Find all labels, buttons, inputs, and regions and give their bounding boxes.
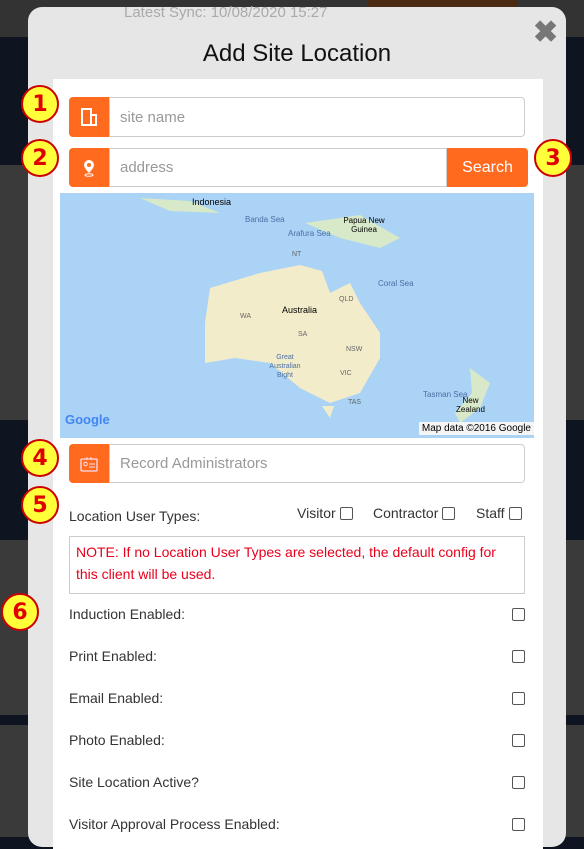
map-label: WA bbox=[240, 313, 252, 320]
map-pin-icon bbox=[69, 148, 109, 187]
id-card-icon bbox=[69, 444, 109, 483]
staff-option[interactable]: Staff bbox=[476, 505, 522, 521]
admins-group bbox=[69, 444, 525, 483]
visitor-label: Visitor bbox=[297, 505, 336, 521]
map-label: New Zealand bbox=[456, 396, 485, 414]
option-label: Visitor Approval Process Enabled: bbox=[69, 816, 280, 832]
callout-badge: 1 bbox=[21, 85, 59, 123]
user-types-note: NOTE: If no Location User Types are sele… bbox=[69, 536, 525, 594]
photo-enabled-row: Photo Enabled: bbox=[69, 732, 525, 748]
contractor-option[interactable]: Contractor bbox=[373, 505, 456, 521]
callout-badge: 4 bbox=[21, 439, 59, 477]
email-enabled-checkbox[interactable] bbox=[512, 691, 525, 705]
map-label: VIC bbox=[340, 370, 352, 377]
map-label: Papua New Guinea bbox=[343, 216, 385, 234]
induction-enabled-row: Induction Enabled: bbox=[69, 606, 525, 622]
map-label: NSW bbox=[346, 346, 363, 353]
site-location-active-row: Site Location Active? bbox=[69, 774, 525, 790]
map-label: Australia bbox=[282, 305, 318, 315]
map-label: NT bbox=[292, 251, 302, 258]
location-user-types-label: Location User Types: bbox=[69, 508, 201, 524]
option-label: Email Enabled: bbox=[69, 690, 164, 706]
visitor-checkbox[interactable] bbox=[339, 506, 353, 520]
site-name-group bbox=[69, 97, 525, 137]
print-enabled-row: Print Enabled: bbox=[69, 648, 525, 664]
building-icon bbox=[69, 97, 109, 137]
visitor-approval-checkbox[interactable] bbox=[512, 817, 525, 831]
visitor-approval-row: Visitor Approval Process Enabled: bbox=[69, 816, 525, 832]
form-panel: Search Indonesia Banda Sea Arafura Sea P… bbox=[53, 79, 543, 849]
search-button[interactable]: Search bbox=[447, 148, 528, 187]
add-site-location-modal: ✖ Add Site Location Search Indonesia Ban… bbox=[28, 7, 566, 849]
site-name-input[interactable] bbox=[109, 97, 525, 137]
modal-title: Add Site Location bbox=[202, 40, 392, 67]
map-label: TAS bbox=[348, 399, 362, 406]
staff-label: Staff bbox=[476, 505, 505, 521]
contractor-checkbox[interactable] bbox=[442, 506, 456, 520]
google-logo: Google bbox=[65, 412, 110, 427]
contractor-label: Contractor bbox=[373, 505, 439, 521]
record-administrators-input[interactable] bbox=[109, 444, 525, 483]
induction-enabled-checkbox[interactable] bbox=[512, 607, 525, 621]
map-label: Great Australian Bight bbox=[269, 354, 301, 379]
option-label: Induction Enabled: bbox=[69, 606, 185, 622]
option-label: Print Enabled: bbox=[69, 648, 157, 664]
visitor-option[interactable]: Visitor bbox=[297, 505, 353, 521]
address-input[interactable] bbox=[109, 148, 447, 187]
background-sync-text: Latest Sync: 10/08/2020 15:27 bbox=[124, 4, 328, 21]
option-label: Photo Enabled: bbox=[69, 732, 165, 748]
callout-badge: 2 bbox=[21, 139, 59, 177]
site-location-active-checkbox[interactable] bbox=[512, 775, 525, 789]
map-label: Coral Sea bbox=[378, 279, 414, 288]
map-label: QLD bbox=[339, 296, 354, 303]
callout-badge: 6 bbox=[1, 593, 39, 631]
email-enabled-row: Email Enabled: bbox=[69, 690, 525, 706]
map-label: Banda Sea bbox=[245, 215, 285, 224]
option-label: Site Location Active? bbox=[69, 774, 199, 790]
map-attribution[interactable]: Map data ©2016 Google bbox=[418, 422, 534, 435]
photo-enabled-checkbox[interactable] bbox=[512, 733, 525, 747]
map-label: Arafura Sea bbox=[288, 229, 331, 238]
address-group: Search bbox=[69, 148, 528, 187]
map-label: SA bbox=[298, 331, 308, 338]
map[interactable]: Indonesia Banda Sea Arafura Sea Papua Ne… bbox=[60, 193, 534, 438]
staff-checkbox[interactable] bbox=[508, 506, 522, 520]
print-enabled-checkbox[interactable] bbox=[512, 649, 525, 663]
callout-badge: 5 bbox=[21, 486, 59, 524]
map-label: Indonesia bbox=[192, 197, 232, 207]
callout-badge: 3 bbox=[534, 139, 572, 177]
